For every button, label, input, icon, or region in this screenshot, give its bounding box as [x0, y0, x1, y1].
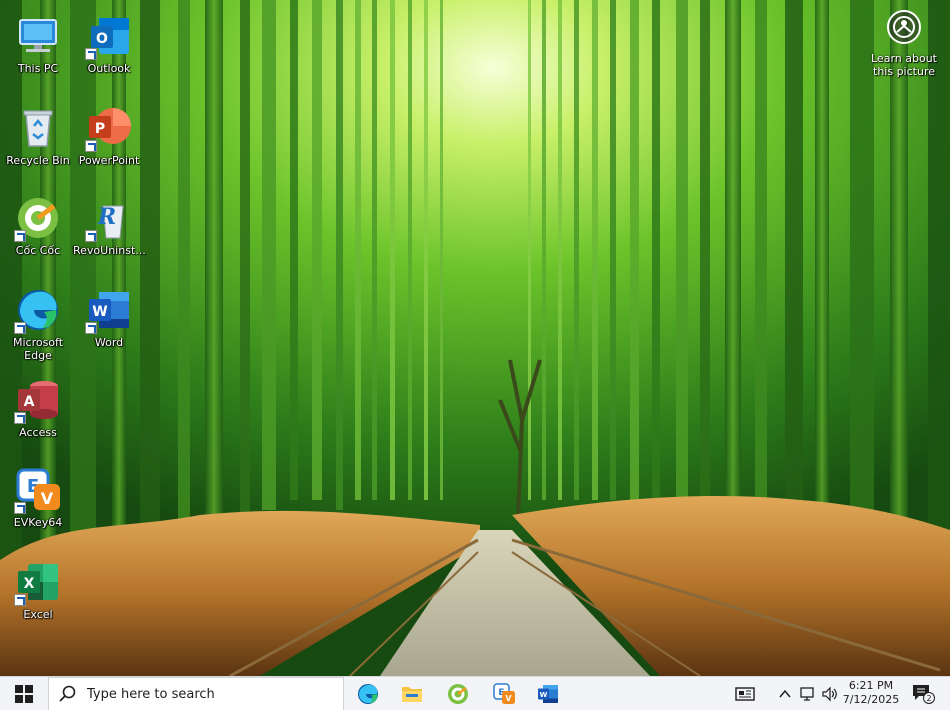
- desktop-icon-label: RevoUninst...: [73, 244, 146, 257]
- desktop-icon-this-pc[interactable]: This PC: [2, 6, 74, 92]
- desktop-icon-label: Cốc Cốc: [15, 244, 61, 257]
- taskbar-app-edge[interactable]: [348, 677, 388, 710]
- taskbar-clock[interactable]: 6:21 PM 7/12/2025: [840, 679, 902, 709]
- desktop-icon-label: This PC: [17, 62, 59, 75]
- clock-time: 6:21 PM: [848, 679, 894, 692]
- taskbar-app-coccoc[interactable]: [438, 677, 478, 710]
- network-button[interactable]: [798, 677, 818, 710]
- desktop-icon-recycle-bin[interactable]: Recycle Bin: [2, 98, 74, 184]
- desktop-icon-edge[interactable]: Microsoft Edge: [2, 280, 74, 366]
- evkey-icon: E V: [493, 683, 515, 704]
- outlook-icon: O: [85, 12, 133, 60]
- network-icon: [800, 687, 814, 701]
- recycle-bin-icon: [14, 104, 62, 152]
- chevron-up-icon: [779, 689, 791, 698]
- search-icon: [59, 685, 76, 702]
- taskbar-search-box[interactable]: Type here to search: [48, 677, 344, 710]
- powerpoint-icon: P: [85, 104, 133, 152]
- svg-text:W: W: [540, 691, 548, 699]
- desktop-icon-label: Access: [19, 426, 57, 439]
- taskbar-app-file-explorer[interactable]: [392, 677, 432, 710]
- svg-text:W: W: [92, 304, 107, 320]
- camera-icon: [887, 10, 921, 44]
- desktop-icon-access[interactable]: A Access: [2, 370, 74, 456]
- windows-logo-icon: [15, 685, 33, 703]
- svg-text:O: O: [96, 31, 108, 47]
- revo-uninstaller-icon: R: [85, 194, 133, 242]
- svg-text:R: R: [97, 204, 116, 230]
- desktop-icon-revo-uninstaller[interactable]: R RevoUninst...: [73, 188, 146, 274]
- notification-center-button[interactable]: 2: [906, 677, 940, 710]
- excel-icon: X: [14, 558, 62, 606]
- svg-text:A: A: [24, 394, 35, 410]
- edge-icon: [14, 286, 62, 334]
- show-hidden-icons-button[interactable]: [776, 677, 794, 710]
- svg-text:V: V: [41, 489, 54, 508]
- svg-text:X: X: [24, 576, 35, 592]
- svg-text:P: P: [95, 121, 105, 137]
- desktop-icon-label: Recycle Bin: [6, 154, 70, 167]
- desktop-icon-powerpoint[interactable]: P PowerPoint: [73, 98, 145, 184]
- desktop-icon-label: Outlook: [87, 62, 131, 75]
- desktop-icon-label: Microsoft Edge: [12, 336, 64, 362]
- desktop-icon-label: Excel: [23, 608, 53, 621]
- coccoc-icon: [14, 194, 62, 242]
- search-placeholder: Type here to search: [87, 686, 215, 702]
- news-widget-button[interactable]: [732, 677, 758, 710]
- desktop-icon-excel[interactable]: X Excel: [2, 552, 74, 638]
- taskbar: Type here to search E V W 6:21 PM 7/12/2…: [0, 676, 950, 710]
- word-icon: W: [538, 685, 558, 703]
- evkey-icon: E V: [14, 466, 62, 514]
- desktop-icon-outlook[interactable]: O Outlook: [73, 6, 145, 92]
- notification-count: 2: [926, 694, 931, 703]
- learn-about-picture-button[interactable]: Learn about this picture: [868, 10, 940, 78]
- desktop-icon-label: Word: [94, 336, 124, 349]
- desktop-icon-word[interactable]: W Word: [73, 280, 145, 366]
- clock-date: 7/12/2025: [842, 693, 900, 706]
- this-pc-icon: [14, 12, 62, 60]
- folder-icon: [402, 687, 422, 702]
- desktop-icon-label: EVKey64: [13, 516, 63, 529]
- desktop-icon-label: PowerPoint: [78, 154, 140, 167]
- desktop-icon-evkey[interactable]: E V EVKey64: [2, 460, 74, 546]
- access-icon: A: [14, 376, 62, 424]
- desktop-icon-coccoc[interactable]: Cốc Cốc: [2, 188, 74, 274]
- news-icon: [735, 687, 755, 701]
- coccoc-icon: [448, 684, 468, 704]
- edge-icon: [358, 684, 378, 704]
- notification-icon: 2: [913, 685, 935, 704]
- volume-button[interactable]: [820, 677, 840, 710]
- word-icon: W: [85, 286, 133, 334]
- learn-about-picture-label: Learn about this picture: [871, 52, 937, 78]
- speaker-icon: [822, 686, 837, 702]
- taskbar-app-evkey[interactable]: E V: [484, 677, 524, 710]
- taskbar-app-word[interactable]: W: [528, 677, 568, 710]
- svg-text:V: V: [505, 694, 512, 703]
- start-button[interactable]: [0, 677, 48, 710]
